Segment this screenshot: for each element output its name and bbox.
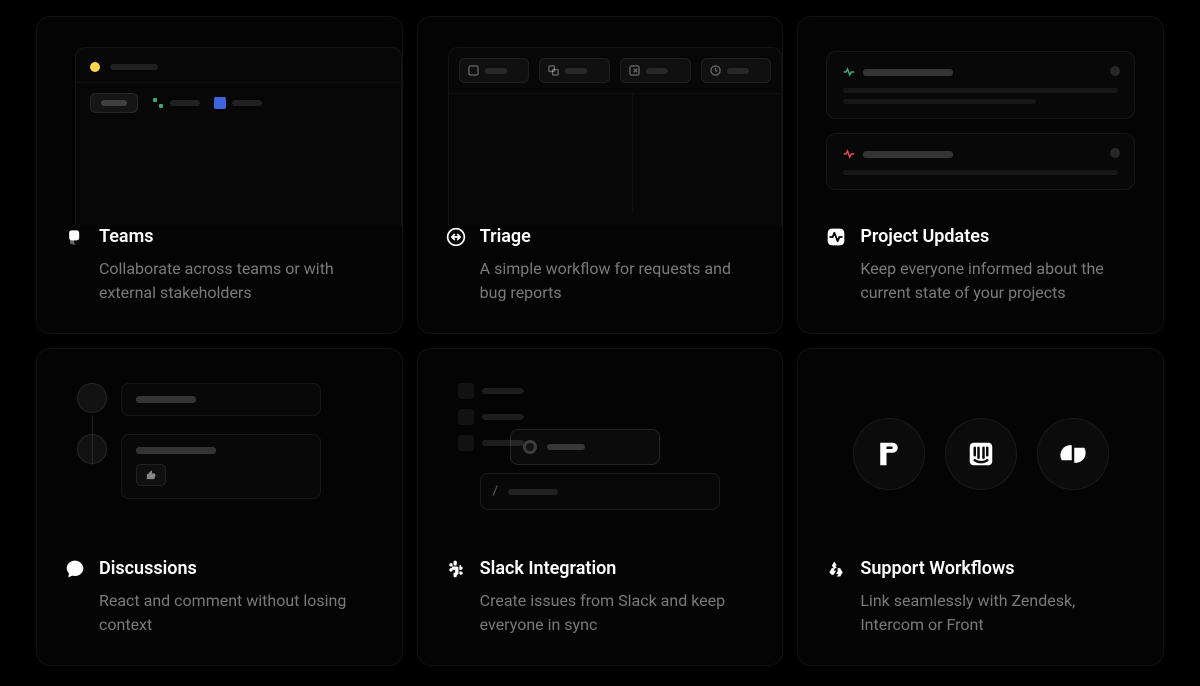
card-title: Triage: [480, 226, 531, 247]
intercom-icon: [945, 418, 1017, 490]
feature-grid: Teams Collaborate across teams or with e…: [36, 16, 1164, 666]
card-title: Project Updates: [860, 226, 989, 247]
card-title: Discussions: [99, 558, 197, 579]
triage-icon: [446, 227, 466, 247]
support-illustration: [798, 349, 1163, 558]
card-desc: Collaborate across teams or with externa…: [99, 257, 374, 305]
card-title: Slack Integration: [480, 558, 617, 579]
card-desc: Create issues from Slack and keep everyo…: [480, 589, 755, 637]
card-slack-integration[interactable]: / Slack Integration Create issues from S…: [417, 348, 784, 666]
slack-illustration: /: [418, 349, 783, 558]
triage-illustration: [418, 17, 783, 226]
teams-illustration: [37, 17, 402, 226]
target-icon: [523, 440, 537, 454]
pulse-red-icon: [843, 148, 855, 160]
card-desc: React and comment without losing context: [99, 589, 374, 637]
zendesk-icon: [1037, 418, 1109, 490]
slash-label: /: [493, 484, 498, 499]
card-support-workflows[interactable]: Support Workflows Link seamlessly with Z…: [797, 348, 1164, 666]
card-title: Support Workflows: [860, 558, 1014, 579]
card-triage[interactable]: Triage A simple workflow for requests an…: [417, 16, 784, 334]
card-desc: Keep everyone informed about the current…: [860, 257, 1135, 305]
card-discussions[interactable]: Discussions React and comment without lo…: [36, 348, 403, 666]
bulb-icon: [90, 62, 100, 72]
project-icon: [214, 97, 226, 109]
avatar-icon: [77, 434, 107, 464]
recycle-icon: [826, 559, 846, 579]
avatar-icon: [77, 383, 107, 413]
teams-icon: [65, 227, 85, 247]
card-teams[interactable]: Teams Collaborate across teams or with e…: [36, 16, 403, 334]
discussions-illustration: [37, 349, 402, 558]
card-project-updates[interactable]: Project Updates Keep everyone informed a…: [797, 16, 1164, 334]
card-desc: Link seamlessly with Zendesk, Intercom o…: [860, 589, 1135, 637]
chat-icon: [65, 559, 85, 579]
front-icon: [853, 418, 925, 490]
card-title: Teams: [99, 226, 154, 247]
thumbs-up-icon: [146, 470, 156, 480]
card-desc: A simple workflow for requests and bug r…: [480, 257, 755, 305]
slack-icon: [446, 559, 466, 579]
reaction-button: [136, 464, 166, 486]
pulse-green-icon: [843, 66, 855, 78]
team-icon: [152, 97, 164, 109]
pulse-icon: [826, 227, 846, 247]
updates-illustration: [798, 17, 1163, 226]
